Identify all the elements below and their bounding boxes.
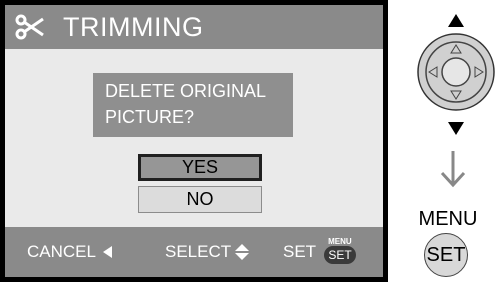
no-option[interactable]: NO (138, 186, 262, 213)
confirm-message-line2: PICTURE? (105, 107, 195, 127)
title-bar: TRIMMING (5, 5, 383, 49)
arrow-down-icon (448, 122, 464, 135)
set-button[interactable]: SET (424, 233, 468, 277)
menu-label: MENU (418, 208, 478, 230)
confirm-message: DELETE ORIGINAL PICTURE? (93, 73, 293, 137)
menu-set-badge-bottom: SET (324, 246, 357, 264)
up-down-arrows-icon (235, 244, 250, 260)
cancel-hint-label: CANCEL (27, 242, 96, 261)
page-title: TRIMMING (63, 12, 204, 42)
set-hint-label: SET (283, 242, 317, 261)
select-hint-label: SELECT (165, 242, 232, 261)
camera-lcd-screen: TRIMMING DELETE ORIGINAL PICTURE? YES NO… (0, 0, 388, 282)
cursor-pad-icon[interactable] (417, 33, 495, 111)
menu-set-badge-top: MENU (328, 237, 352, 246)
yes-option[interactable]: YES (138, 154, 262, 181)
footer-hint-bar: CANCEL SELECT SET MENU SET (5, 227, 383, 277)
confirm-message-line1: DELETE ORIGINAL (105, 81, 267, 101)
cancel-hint: CANCEL (27, 227, 112, 277)
arrow-up-icon (448, 14, 464, 27)
scissors-icon (15, 14, 44, 40)
menu-set-badge-icon: MENU SET (322, 237, 358, 267)
dialog-area: DELETE ORIGINAL PICTURE? YES NO (5, 49, 383, 227)
set-hint: SET MENU SET (283, 227, 358, 277)
arrow-left-icon (102, 246, 112, 258)
select-hint: SELECT (165, 227, 250, 277)
arrow-down-long-icon (440, 151, 466, 188)
